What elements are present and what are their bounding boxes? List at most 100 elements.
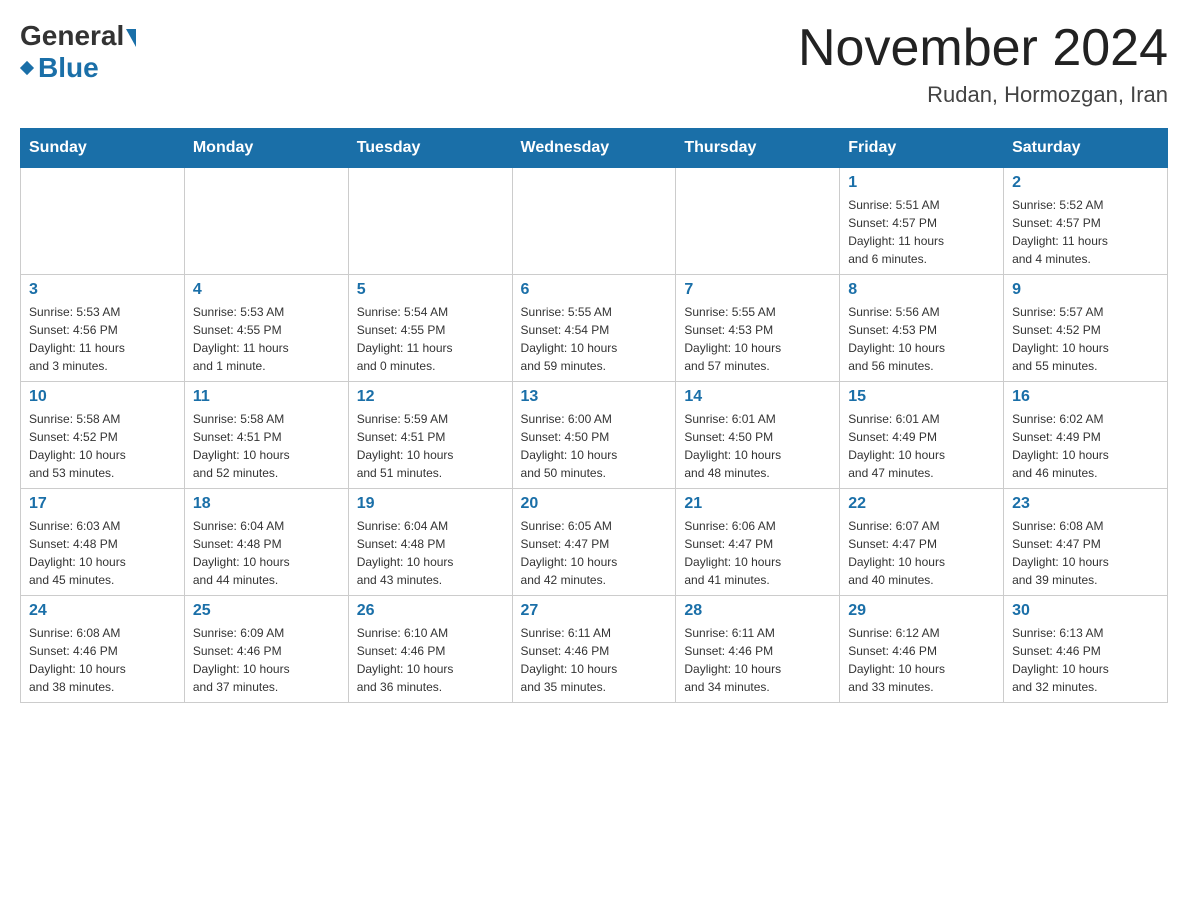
calendar-cell: 16 Sunrise: 6:02 AM Sunset: 4:49 PM Dayli… [1004,382,1168,489]
day-info: Sunrise: 6:02 AM Sunset: 4:49 PM Dayligh… [1012,410,1159,482]
weekday-header-thursday: Thursday [676,129,840,168]
day-number: 28 [684,602,831,620]
calendar-cell: 8Sunrise: 5:56 AM Sunset: 4:53 PM Daylig… [840,275,1004,382]
calendar-cell: 26 Sunrise: 6:10 AM Sunset: 4:46 PM Dayli… [348,596,512,703]
calendar-title: November 2024 [798,20,1168,77]
day-number: 19 [357,495,504,513]
calendar-cell: 15 Sunrise: 6:01 AM Sunset: 4:49 PM Dayli… [840,382,1004,489]
logo-diamond-icon [20,61,34,75]
calendar-cell: 4Sunrise: 5:53 AM Sunset: 4:55 PM Daylig… [184,275,348,382]
weekday-header-row: SundayMondayTuesdayWednesdayThursdayFrid… [21,129,1168,168]
calendar-cell: 28 Sunrise: 6:11 AM Sunset: 4:46 PM Dayli… [676,596,840,703]
logo-arrow-icon [126,29,136,47]
weekday-header-sunday: Sunday [21,129,185,168]
week-row-4: 17 Sunrise: 6:03 AM Sunset: 4:48 PM Dayli… [21,489,1168,596]
calendar-cell: 12 Sunrise: 5:59 AM Sunset: 4:51 PM Dayli… [348,382,512,489]
day-number: 9 [1012,281,1159,299]
calendar-cell: 19 Sunrise: 6:04 AM Sunset: 4:48 PM Dayli… [348,489,512,596]
weekday-header-saturday: Saturday [1004,129,1168,168]
calendar-cell: 22 Sunrise: 6:07 AM Sunset: 4:47 PM Dayli… [840,489,1004,596]
week-row-1: 1Sunrise: 5:51 AM Sunset: 4:57 PM Daylig… [21,168,1168,275]
day-number: 29 [848,602,995,620]
day-info: Sunrise: 5:52 AM Sunset: 4:57 PM Dayligh… [1012,196,1159,268]
logo-blue-text: Blue [38,52,99,84]
day-info: Sunrise: 5:54 AM Sunset: 4:55 PM Dayligh… [357,303,504,375]
day-info: Sunrise: 6:11 AM Sunset: 4:46 PM Dayligh… [521,624,668,696]
day-info: Sunrise: 5:53 AM Sunset: 4:56 PM Dayligh… [29,303,176,375]
calendar-cell: 6 Sunrise: 5:55 AM Sunset: 4:54 PM Daylig… [512,275,676,382]
calendar-cell: 2 Sunrise: 5:52 AM Sunset: 4:57 PM Daylig… [1004,168,1168,275]
calendar-cell: 27Sunrise: 6:11 AM Sunset: 4:46 PM Dayli… [512,596,676,703]
day-number: 20 [521,495,668,513]
day-info: Sunrise: 6:03 AM Sunset: 4:48 PM Dayligh… [29,517,176,589]
weekday-header-monday: Monday [184,129,348,168]
calendar-cell: 14 Sunrise: 6:01 AM Sunset: 4:50 PM Dayli… [676,382,840,489]
calendar-cell: 18 Sunrise: 6:04 AM Sunset: 4:48 PM Dayli… [184,489,348,596]
title-area: November 2024 Rudan, Hormozgan, Iran [798,20,1168,108]
calendar-cell [512,168,676,275]
day-info: Sunrise: 6:01 AM Sunset: 4:49 PM Dayligh… [848,410,995,482]
day-info: Sunrise: 6:01 AM Sunset: 4:50 PM Dayligh… [684,410,831,482]
day-number: 8 [848,281,995,299]
calendar-cell: 23Sunrise: 6:08 AM Sunset: 4:47 PM Dayli… [1004,489,1168,596]
day-number: 6 [521,281,668,299]
calendar-cell: 7 Sunrise: 5:55 AM Sunset: 4:53 PM Daylig… [676,275,840,382]
calendar-cell: 21 Sunrise: 6:06 AM Sunset: 4:47 PM Dayli… [676,489,840,596]
day-number: 17 [29,495,176,513]
day-info: Sunrise: 5:55 AM Sunset: 4:53 PM Dayligh… [684,303,831,375]
weekday-header-wednesday: Wednesday [512,129,676,168]
logo-general-text: General [20,20,124,52]
day-info: Sunrise: 6:13 AM Sunset: 4:46 PM Dayligh… [1012,624,1159,696]
day-number: 22 [848,495,995,513]
day-info: Sunrise: 6:04 AM Sunset: 4:48 PM Dayligh… [357,517,504,589]
day-number: 14 [684,388,831,406]
calendar-cell [184,168,348,275]
day-info: Sunrise: 6:06 AM Sunset: 4:47 PM Dayligh… [684,517,831,589]
day-number: 16 [1012,388,1159,406]
day-info: Sunrise: 5:51 AM Sunset: 4:57 PM Dayligh… [848,196,995,268]
weekday-header-tuesday: Tuesday [348,129,512,168]
calendar-cell: 3 Sunrise: 5:53 AM Sunset: 4:56 PM Daylig… [21,275,185,382]
day-info: Sunrise: 6:12 AM Sunset: 4:46 PM Dayligh… [848,624,995,696]
calendar-cell [676,168,840,275]
calendar-cell: 17 Sunrise: 6:03 AM Sunset: 4:48 PM Dayli… [21,489,185,596]
day-number: 11 [193,388,340,406]
day-number: 12 [357,388,504,406]
day-info: Sunrise: 6:05 AM Sunset: 4:47 PM Dayligh… [521,517,668,589]
day-number: 25 [193,602,340,620]
calendar-cell: 13Sunrise: 6:00 AM Sunset: 4:50 PM Dayli… [512,382,676,489]
day-number: 7 [684,281,831,299]
calendar-table: SundayMondayTuesdayWednesdayThursdayFrid… [20,128,1168,703]
calendar-cell: 29 Sunrise: 6:12 AM Sunset: 4:46 PM Dayli… [840,596,1004,703]
day-number: 21 [684,495,831,513]
calendar-subtitle: Rudan, Hormozgan, Iran [798,82,1168,108]
day-info: Sunrise: 6:11 AM Sunset: 4:46 PM Dayligh… [684,624,831,696]
calendar-cell: 10Sunrise: 5:58 AM Sunset: 4:52 PM Dayli… [21,382,185,489]
day-number: 10 [29,388,176,406]
day-number: 3 [29,281,176,299]
calendar-cell: 9 Sunrise: 5:57 AM Sunset: 4:52 PM Daylig… [1004,275,1168,382]
day-number: 2 [1012,174,1159,192]
week-row-3: 10Sunrise: 5:58 AM Sunset: 4:52 PM Dayli… [21,382,1168,489]
day-info: Sunrise: 6:07 AM Sunset: 4:47 PM Dayligh… [848,517,995,589]
day-number: 15 [848,388,995,406]
day-info: Sunrise: 6:04 AM Sunset: 4:48 PM Dayligh… [193,517,340,589]
day-number: 23 [1012,495,1159,513]
calendar-cell: 20 Sunrise: 6:05 AM Sunset: 4:47 PM Dayli… [512,489,676,596]
day-number: 24 [29,602,176,620]
day-number: 13 [521,388,668,406]
day-number: 5 [357,281,504,299]
week-row-5: 24Sunrise: 6:08 AM Sunset: 4:46 PM Dayli… [21,596,1168,703]
day-number: 18 [193,495,340,513]
day-number: 30 [1012,602,1159,620]
week-row-2: 3 Sunrise: 5:53 AM Sunset: 4:56 PM Daylig… [21,275,1168,382]
day-info: Sunrise: 5:55 AM Sunset: 4:54 PM Dayligh… [521,303,668,375]
day-info: Sunrise: 5:53 AM Sunset: 4:55 PM Dayligh… [193,303,340,375]
day-info: Sunrise: 6:09 AM Sunset: 4:46 PM Dayligh… [193,624,340,696]
logo: General Blue [20,20,136,84]
day-info: Sunrise: 5:57 AM Sunset: 4:52 PM Dayligh… [1012,303,1159,375]
day-info: Sunrise: 6:10 AM Sunset: 4:46 PM Dayligh… [357,624,504,696]
day-number: 26 [357,602,504,620]
day-info: Sunrise: 5:59 AM Sunset: 4:51 PM Dayligh… [357,410,504,482]
page-header: General Blue November 2024 Rudan, Hormoz… [20,20,1168,108]
